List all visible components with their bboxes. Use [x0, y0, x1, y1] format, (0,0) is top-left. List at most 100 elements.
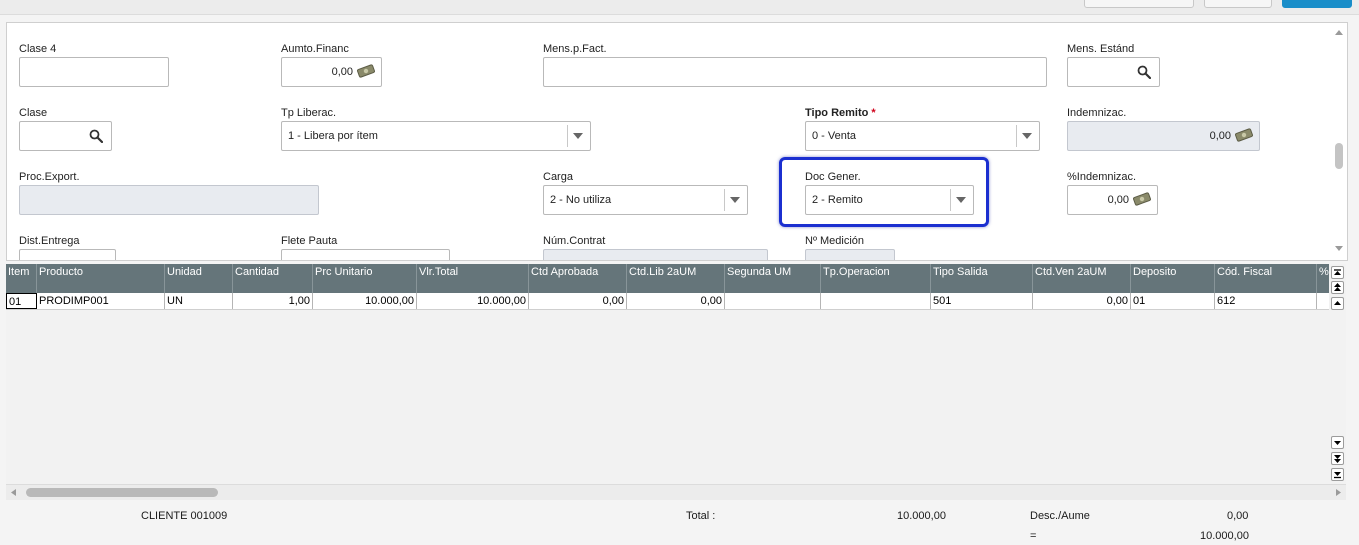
- proc-export-input: [19, 185, 319, 215]
- column-header[interactable]: Ctd.Lib 2aUM: [627, 264, 725, 293]
- select-divider: [1016, 125, 1017, 147]
- grid-horizontal-scrollbar[interactable]: [6, 484, 1346, 500]
- page-down-icon[interactable]: [1331, 452, 1344, 465]
- chevron-down-icon[interactable]: [730, 197, 740, 203]
- column-header[interactable]: Producto: [37, 264, 165, 293]
- search-icon[interactable]: [89, 129, 103, 143]
- column-header[interactable]: Item: [6, 264, 37, 293]
- tipo-remito-label-text: Tipo Remito: [805, 107, 869, 119]
- scroll-top-icon[interactable]: [1331, 266, 1344, 279]
- table-cell[interactable]: 10.000,00: [313, 293, 417, 309]
- column-header[interactable]: Vlr.Total: [417, 264, 529, 293]
- column-header[interactable]: Ctd Aprobada: [529, 264, 627, 293]
- money-icon[interactable]: [1133, 192, 1151, 206]
- flete-pauta-input[interactable]: [281, 249, 450, 260]
- table-row[interactable]: 01 PRODIMP001 UN 1,00 10.000,00 10.000,0…: [6, 293, 1329, 310]
- toolbar-button-2[interactable]: [1204, 0, 1272, 8]
- proc-export-label: Proc.Export.: [19, 171, 80, 183]
- search-icon[interactable]: [1137, 65, 1151, 79]
- table-cell[interactable]: UN: [165, 293, 233, 309]
- tp-liberac-select[interactable]: 1 - Libera por ítem: [281, 121, 591, 151]
- indemnizac-input: 0,00: [1067, 121, 1260, 151]
- num-medicion-input: [805, 249, 895, 260]
- column-header[interactable]: Tp.Operacion: [821, 264, 931, 293]
- toolbar-button-1[interactable]: [1084, 0, 1194, 8]
- net-total-value: 10.000,00: [1200, 530, 1249, 542]
- total-label: Total :: [686, 510, 716, 522]
- chevron-down-icon[interactable]: [573, 133, 583, 139]
- form-vertical-scrollbar[interactable]: [1331, 23, 1347, 260]
- table-cell[interactable]: 10.000,00: [417, 293, 529, 309]
- mens-p-fact-label: Mens.p.Fact.: [543, 43, 607, 55]
- column-header[interactable]: Segunda UM: [725, 264, 821, 293]
- carga-select[interactable]: 2 - No utiliza: [543, 185, 748, 215]
- client-label: CLIENTE 001009: [141, 510, 228, 522]
- column-header[interactable]: Tipo Salida: [931, 264, 1033, 293]
- page-up-icon[interactable]: [1331, 281, 1344, 294]
- required-mark: *: [871, 107, 876, 119]
- table-cell[interactable]: 01: [1131, 293, 1215, 309]
- select-divider: [724, 189, 725, 211]
- column-header[interactable]: Cantidad: [233, 264, 313, 293]
- column-header[interactable]: Ctd.Ven 2aUM: [1033, 264, 1131, 293]
- table-cell[interactable]: 501: [931, 293, 1033, 309]
- scroll-right-icon[interactable]: [1334, 488, 1342, 497]
- dist-entrega-label: Dist.Entrega: [19, 235, 80, 247]
- table-cell[interactable]: 0,00: [529, 293, 627, 309]
- total-value: 10.000,00: [897, 510, 946, 522]
- equals-label: =: [1030, 530, 1037, 542]
- scrollbar-thumb[interactable]: [26, 488, 218, 497]
- clase4-label: Clase 4: [19, 43, 57, 55]
- table-cell[interactable]: 0,00: [627, 293, 725, 309]
- scroll-up-icon[interactable]: [1335, 30, 1343, 35]
- num-medicion-label: Nº Medición: [805, 235, 865, 247]
- money-icon[interactable]: [357, 64, 375, 78]
- table-cell[interactable]: [725, 293, 821, 309]
- items-grid: Item Producto Unidad Cantidad Prc Unitar…: [6, 264, 1329, 484]
- flete-pauta-label: Flete Pauta: [281, 235, 338, 247]
- tipo-remito-select[interactable]: 0 - Venta: [805, 121, 1040, 151]
- table-cell[interactable]: 0,00: [1033, 293, 1131, 309]
- scroll-down-icon[interactable]: [1331, 436, 1344, 449]
- scroll-down-icon[interactable]: [1335, 246, 1343, 251]
- desc-aume-value: 0,00: [1227, 510, 1249, 522]
- scroll-left-icon[interactable]: [10, 488, 18, 497]
- clase-label: Clase: [19, 107, 48, 119]
- mens-estand-input[interactable]: [1067, 57, 1160, 87]
- table-cell[interactable]: [821, 293, 931, 309]
- table-cell[interactable]: [1317, 293, 1329, 309]
- num-contrat-label: Núm.Contrat: [543, 235, 606, 247]
- table-cell[interactable]: PRODIMP001: [37, 293, 165, 309]
- column-header[interactable]: Unidad: [165, 264, 233, 293]
- clase-input[interactable]: [19, 121, 112, 151]
- aumto-financ-input[interactable]: 0,00: [281, 57, 382, 87]
- table-cell[interactable]: 1,00: [233, 293, 313, 309]
- header-form-panel: Clase 4 Aumto.Financ 0,00 Mens.p.Fact. M…: [6, 22, 1348, 261]
- dist-entrega-input[interactable]: [19, 249, 116, 260]
- doc-gener-highlight: [779, 157, 989, 227]
- column-header[interactable]: Prc Unitario: [313, 264, 417, 293]
- clase4-input[interactable]: [19, 57, 169, 87]
- table-cell[interactable]: 01: [6, 293, 37, 309]
- table-cell[interactable]: 612: [1215, 293, 1317, 309]
- pct-indemnizac-label: %Indemnizac.: [1067, 171, 1137, 183]
- toolbar-button-primary[interactable]: [1282, 0, 1352, 8]
- tp-liberac-label: Tp Liberac.: [281, 107, 337, 119]
- carga-label: Carga: [543, 171, 573, 183]
- scroll-up-icon[interactable]: [1331, 297, 1344, 310]
- grid-header: Item Producto Unidad Cantidad Prc Unitar…: [6, 264, 1329, 293]
- scrollbar-thumb[interactable]: [1335, 143, 1343, 169]
- scroll-bottom-icon[interactable]: [1331, 468, 1344, 481]
- desc-aume-label: Desc./Aume: [1030, 510, 1090, 522]
- mens-estand-label: Mens. Estánd: [1067, 43, 1135, 55]
- pct-indemnizac-input[interactable]: 0,00: [1067, 185, 1158, 215]
- grid-vertical-scrollbar: [1329, 264, 1346, 484]
- mens-p-fact-input[interactable]: [543, 57, 1047, 87]
- column-header[interactable]: Cód. Fiscal: [1215, 264, 1317, 293]
- column-header[interactable]: Deposito: [1131, 264, 1215, 293]
- money-icon[interactable]: [1235, 128, 1253, 142]
- chevron-down-icon[interactable]: [1022, 133, 1032, 139]
- indemnizac-label: Indemnizac.: [1067, 107, 1127, 119]
- aumto-financ-label: Aumto.Financ: [281, 43, 349, 55]
- column-header[interactable]: %: [1317, 264, 1329, 293]
